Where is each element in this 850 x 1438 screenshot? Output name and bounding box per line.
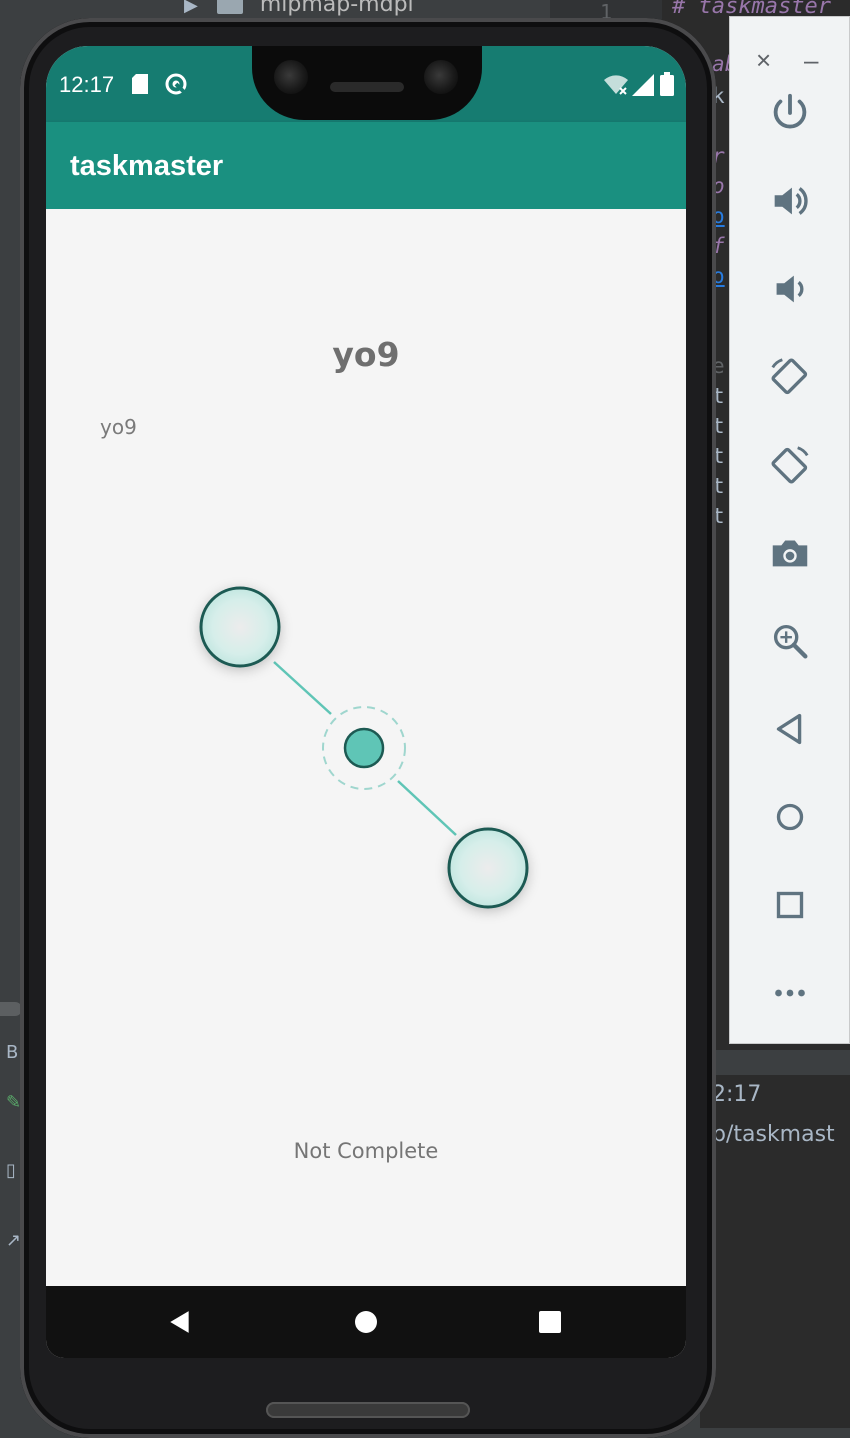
task-body: yo9 bbox=[100, 415, 137, 439]
cell-signal-icon bbox=[632, 74, 654, 96]
front-camera-left bbox=[274, 60, 308, 94]
folder-icon bbox=[216, 0, 243, 14]
status-time: 12:17 bbox=[59, 72, 115, 97]
overview-square-icon bbox=[776, 891, 804, 919]
nav-back-button[interactable] bbox=[162, 1304, 198, 1340]
close-button[interactable]: × bbox=[756, 47, 771, 73]
android-nav-bar bbox=[46, 1286, 686, 1358]
camera-notch bbox=[252, 46, 482, 120]
app-title: taskmaster bbox=[70, 150, 224, 182]
phone-bottom-speaker bbox=[266, 1402, 470, 1418]
touch-point-lower[interactable] bbox=[447, 827, 529, 909]
nav-home-button[interactable] bbox=[348, 1304, 384, 1340]
build-icon[interactable]: ↗ bbox=[6, 1230, 21, 1251]
more-button[interactable] bbox=[764, 967, 816, 1019]
minimize-button[interactable]: – bbox=[804, 47, 818, 73]
nav-overview-button[interactable] bbox=[532, 1304, 568, 1340]
sync-icon bbox=[165, 73, 187, 95]
tree-expand-icon[interactable]: ▶ bbox=[184, 0, 198, 16]
app-toolbar: taskmaster bbox=[46, 122, 686, 209]
battery-icon bbox=[660, 72, 674, 96]
camera-icon bbox=[772, 540, 808, 567]
phone-screen: 12:17 taskmaster yo9 yo9 Not Complete bbox=[46, 46, 686, 1358]
ide-scrollbar-knob[interactable] bbox=[0, 1002, 22, 1016]
sd-card-icon bbox=[132, 74, 148, 94]
overview-button[interactable] bbox=[764, 879, 816, 931]
wifi-icon bbox=[604, 75, 628, 95]
more-dots-icon bbox=[775, 989, 805, 997]
volume-down-icon bbox=[776, 275, 804, 303]
zoom-button[interactable] bbox=[764, 615, 816, 667]
volume-up-icon bbox=[774, 187, 808, 215]
pinch-center-ring bbox=[322, 706, 406, 790]
home-dot-icon bbox=[355, 1311, 377, 1333]
task-title: yo9 bbox=[332, 335, 400, 374]
front-camera-right bbox=[424, 60, 458, 94]
power-icon bbox=[773, 93, 807, 129]
emulator-toolbar: × – bbox=[729, 16, 850, 1044]
zoom-in-icon bbox=[773, 624, 808, 659]
volume-down-button[interactable] bbox=[764, 263, 816, 315]
editor-gutter: 1 bbox=[550, 0, 662, 24]
pinch-center-dot bbox=[343, 727, 385, 769]
rotate-right-button[interactable] bbox=[764, 439, 816, 491]
log-time: 2:17 bbox=[712, 1082, 762, 1107]
pinch-line-upper bbox=[273, 661, 332, 715]
rotate-left-icon bbox=[771, 358, 808, 395]
home-circle-icon bbox=[776, 803, 804, 831]
log-path: b/taskmast bbox=[712, 1122, 835, 1147]
rotate-left-button[interactable] bbox=[764, 351, 816, 403]
hammer-icon[interactable]: ✎ bbox=[6, 1092, 21, 1113]
screenshot-button[interactable] bbox=[764, 527, 816, 579]
status-bar: 12:17 bbox=[46, 46, 686, 122]
structure-icon[interactable]: ▯ bbox=[6, 1160, 16, 1181]
pinch-line-lower bbox=[397, 780, 457, 836]
task-detail-content: yo9 yo9 Not Complete bbox=[46, 209, 686, 1286]
touch-point-upper[interactable] bbox=[199, 586, 281, 668]
task-state: Not Complete bbox=[293, 1139, 439, 1163]
home-button[interactable] bbox=[764, 791, 816, 843]
back-triangle-icon bbox=[170, 1311, 189, 1333]
volume-up-button[interactable] bbox=[764, 175, 816, 227]
power-button[interactable] bbox=[764, 87, 816, 139]
back-button[interactable] bbox=[764, 703, 816, 755]
overview-square-icon bbox=[539, 1311, 561, 1333]
side-tool-label[interactable]: B bbox=[6, 1042, 18, 1063]
earpiece-speaker bbox=[330, 82, 404, 92]
project-tree-item[interactable]: ▶ mipmap-mdpi bbox=[184, 0, 414, 17]
tree-item-label: mipmap-mdpi bbox=[259, 0, 414, 17]
rotate-right-icon bbox=[771, 446, 809, 484]
back-triangle-icon bbox=[776, 713, 802, 745]
